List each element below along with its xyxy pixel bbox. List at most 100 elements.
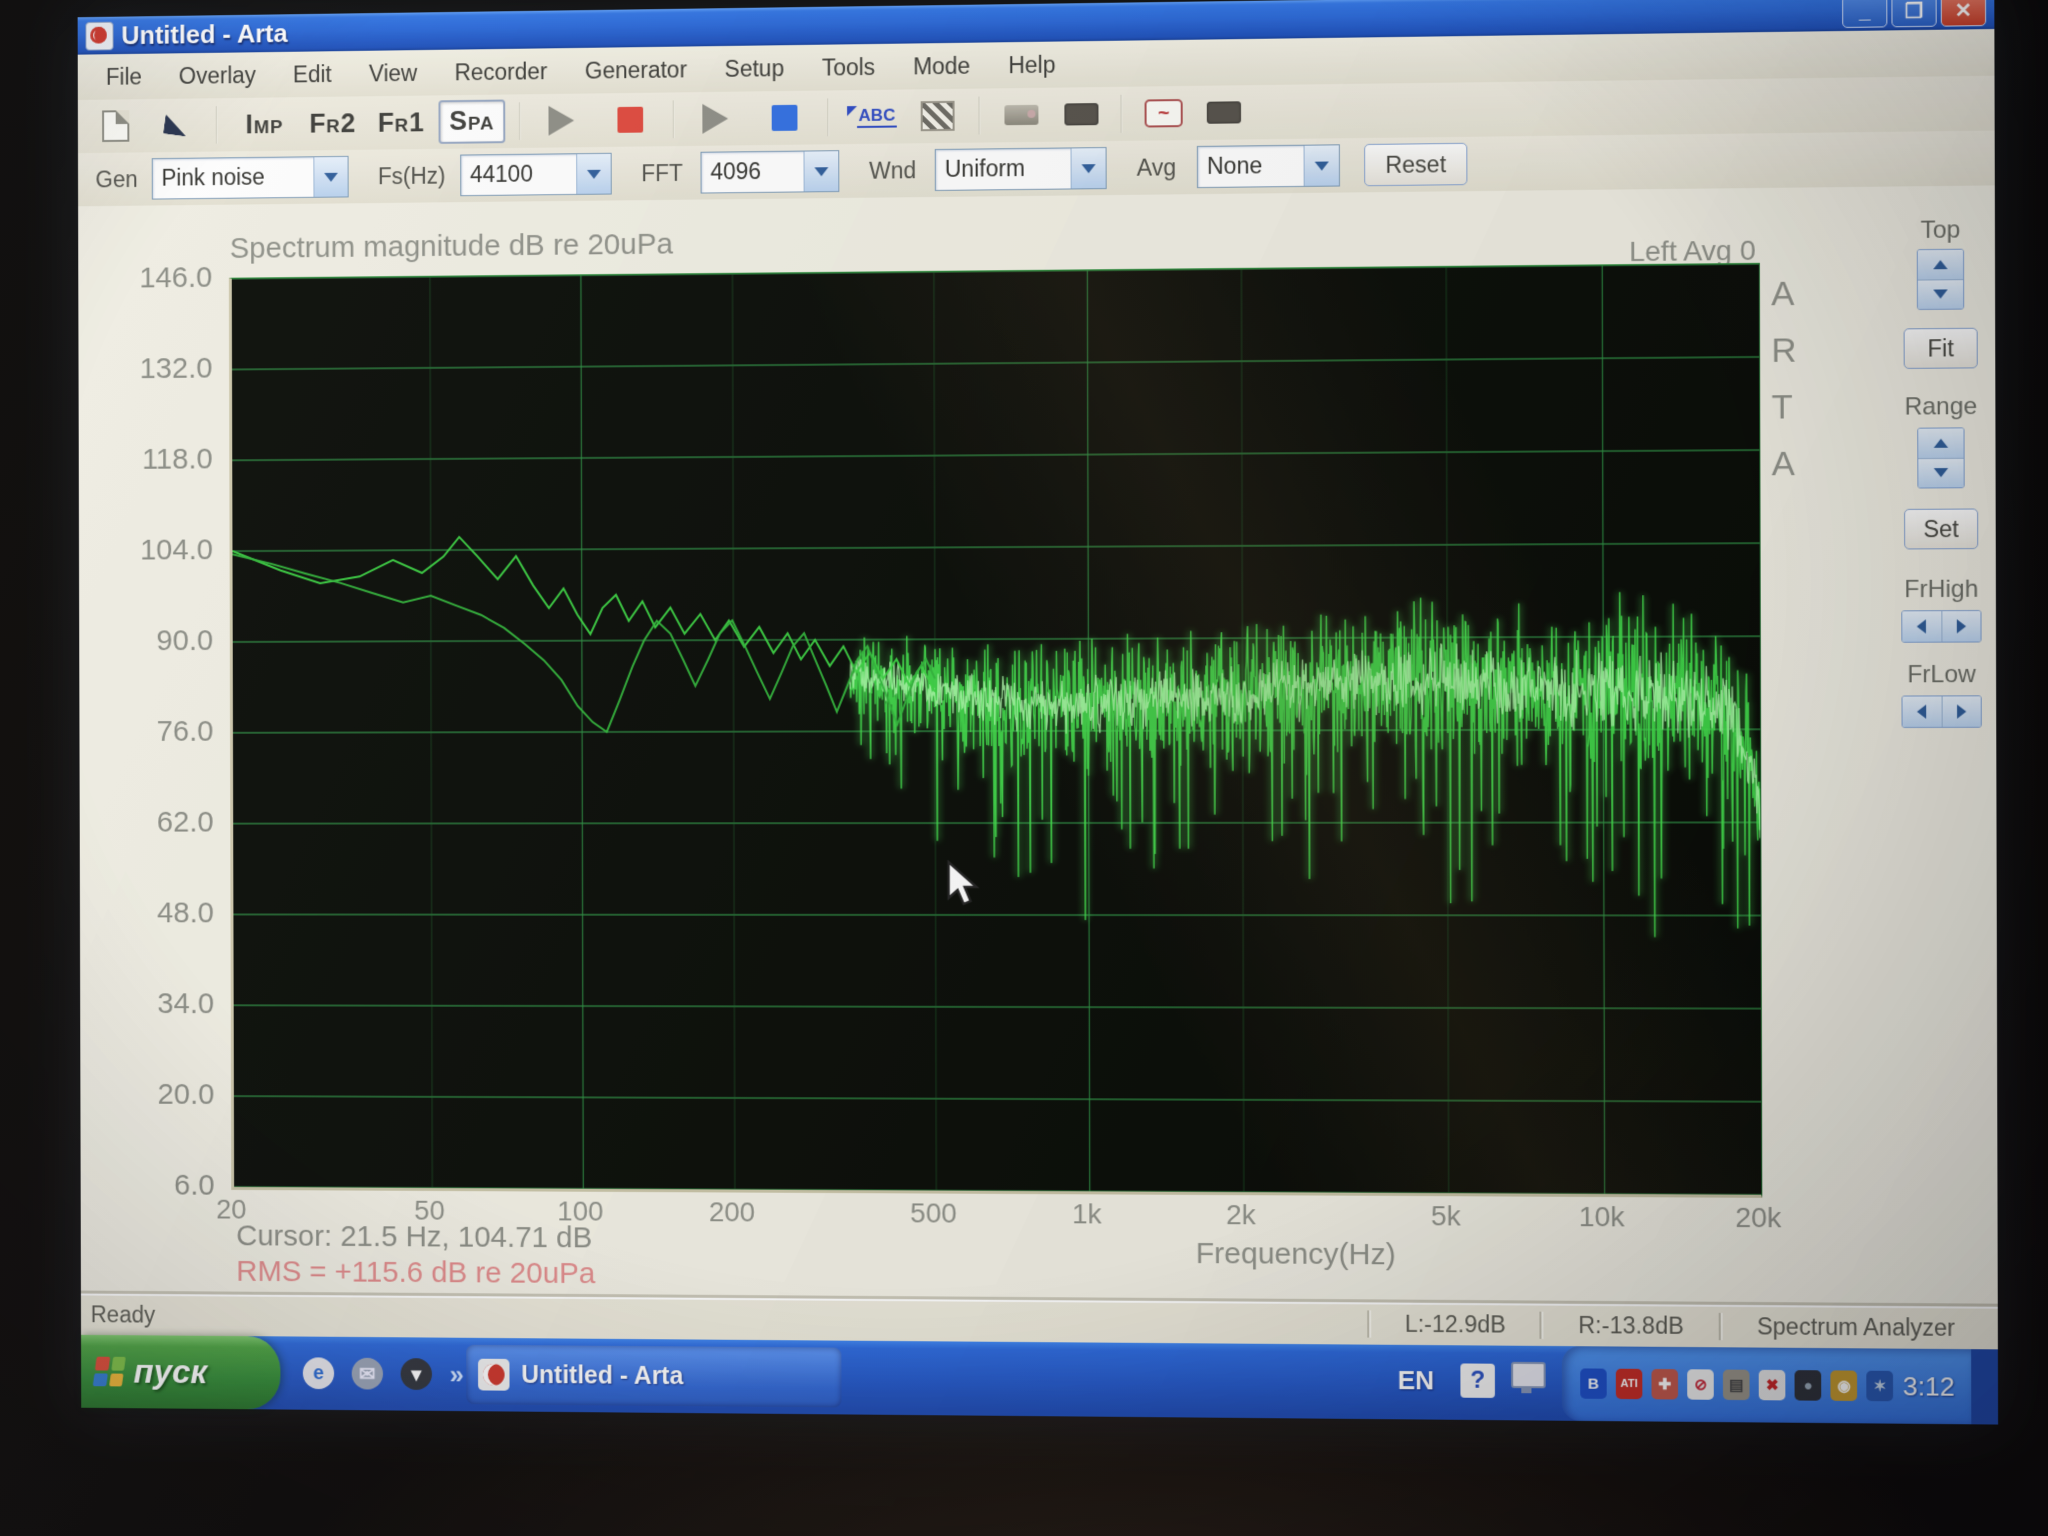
- spectrum-client-area: Spectrum magnitude dB re 20uPa Left Avg …: [78, 185, 1998, 1306]
- antivirus-icon[interactable]: ✚: [1652, 1369, 1679, 1400]
- menu-view[interactable]: View: [350, 59, 436, 87]
- toolbar-separator: [1120, 95, 1122, 133]
- play-icon: [548, 106, 574, 136]
- display-tray-icon[interactable]: [1511, 1362, 1546, 1388]
- pointer-icon: [163, 114, 189, 137]
- close-button[interactable]: ✕: [1941, 0, 1986, 27]
- menu-file[interactable]: File: [87, 63, 160, 91]
- frhigh-spinner[interactable]: [1901, 610, 1981, 643]
- connection-icon[interactable]: ✶: [1867, 1371, 1894, 1402]
- quicklaunch-expand-chevron[interactable]: »: [450, 1359, 464, 1390]
- no-entry-icon[interactable]: ⊘: [1687, 1369, 1714, 1400]
- toolbar-separator: [978, 97, 980, 135]
- samplerate-value: 44100: [461, 154, 576, 195]
- samplerate-select[interactable]: 44100: [460, 153, 612, 196]
- generator-stop-button[interactable]: [762, 97, 808, 139]
- app-icon: [85, 21, 113, 50]
- pointer-tool-button[interactable]: [154, 104, 199, 146]
- record-stop-button[interactable]: [608, 99, 653, 141]
- y-tick-label: 104.0: [96, 533, 213, 567]
- y-tick-label: 20.0: [98, 1078, 215, 1112]
- chevron-down-icon[interactable]: [1071, 148, 1106, 188]
- x-tick-label: 2k: [1226, 1199, 1256, 1231]
- chevron-down-icon[interactable]: [804, 151, 839, 191]
- gen-label: Gen: [95, 166, 137, 193]
- range-spinner[interactable]: [1917, 427, 1964, 488]
- mode-button-spa[interactable]: Spa: [438, 100, 505, 144]
- spin-down-icon[interactable]: [1918, 458, 1963, 487]
- mode-button-fr1[interactable]: Fr1: [370, 107, 433, 138]
- spin-right-icon[interactable]: [1942, 611, 1981, 642]
- spin-up-icon[interactable]: [1918, 428, 1963, 458]
- y-tick-label: 48.0: [97, 897, 214, 931]
- mode-button-imp[interactable]: Imp: [233, 109, 295, 140]
- chevron-down-icon[interactable]: [1304, 145, 1339, 186]
- averaging-select[interactable]: None: [1197, 144, 1340, 188]
- spin-right-icon[interactable]: [1942, 696, 1981, 727]
- spin-left-icon[interactable]: [1903, 696, 1943, 727]
- overlay-view-button[interactable]: [915, 95, 961, 138]
- restore-button[interactable]: ❐: [1891, 0, 1936, 27]
- device-setup-button[interactable]: [1058, 93, 1104, 136]
- generator-select[interactable]: Pink noise: [152, 156, 349, 200]
- top-spinner[interactable]: [1917, 249, 1964, 310]
- fft-size-select[interactable]: 4096: [700, 150, 839, 193]
- reset-button[interactable]: Reset: [1364, 143, 1467, 186]
- spin-down-icon[interactable]: [1918, 280, 1963, 309]
- y-tick-label: 90.0: [97, 624, 214, 658]
- frlow-spinner[interactable]: [1901, 695, 1981, 728]
- labels-button[interactable]: ABC: [847, 95, 907, 138]
- spin-left-icon[interactable]: [1902, 611, 1942, 642]
- internet-explorer-icon[interactable]: e: [303, 1357, 334, 1389]
- menu-generator[interactable]: Generator: [566, 56, 706, 85]
- avg-label: Avg: [1137, 154, 1176, 182]
- menu-tools[interactable]: Tools: [803, 53, 894, 81]
- ati-icon[interactable]: ATI: [1616, 1369, 1643, 1400]
- set-button[interactable]: Set: [1904, 508, 1978, 549]
- stop-icon: [772, 105, 798, 131]
- spectrum-plot[interactable]: [229, 263, 1762, 1198]
- window-select[interactable]: Uniform: [935, 147, 1107, 191]
- x-tick-label: 10k: [1579, 1201, 1625, 1234]
- taskbar-clock[interactable]: 3:12: [1903, 1370, 1972, 1402]
- menu-overlay[interactable]: Overlay: [160, 61, 274, 89]
- menu-setup[interactable]: Setup: [706, 54, 803, 82]
- chevron-down-icon[interactable]: [313, 157, 347, 197]
- menu-recorder[interactable]: Recorder: [436, 58, 566, 86]
- mail-icon[interactable]: ✉: [352, 1358, 383, 1390]
- device-button[interactable]: [1201, 91, 1247, 134]
- y-tick-label: 34.0: [98, 987, 215, 1021]
- disc-icon[interactable]: ●: [1795, 1370, 1822, 1401]
- watermark-letter: R: [1771, 333, 1796, 368]
- start-button[interactable]: пуск: [81, 1335, 280, 1410]
- bluetooth-icon[interactable]: B: [1580, 1368, 1607, 1398]
- monitor-screen: Untitled - Arta _ ❐ ✕ FileOverlayEditVie…: [78, 0, 1998, 1425]
- grid-line-horizontal: [232, 450, 1759, 460]
- y-tick-label: 6.0: [98, 1169, 215, 1203]
- spin-up-icon[interactable]: [1918, 250, 1963, 280]
- taskbar-window-button[interactable]: Untitled - Arta: [466, 1345, 841, 1408]
- mode-button-fr2[interactable]: Fr2: [302, 108, 365, 139]
- signal-generator-button[interactable]: ~: [1141, 92, 1187, 135]
- help-tray-icon[interactable]: ?: [1460, 1363, 1495, 1398]
- record-play-button[interactable]: [539, 100, 584, 142]
- generator-play-button[interactable]: [692, 98, 738, 140]
- menu-edit[interactable]: Edit: [274, 60, 350, 88]
- audio-manager-icon[interactable]: ◉: [1831, 1370, 1858, 1401]
- minimize-button[interactable]: _: [1842, 0, 1887, 28]
- messenger-icon[interactable]: ▾: [401, 1358, 432, 1390]
- volume-muted-icon[interactable]: ✖: [1759, 1370, 1786, 1401]
- play-icon: [702, 104, 728, 134]
- plot-control-panel: Top Fit Range Set FrHigh FrLow: [1868, 185, 2015, 1307]
- fit-button[interactable]: Fit: [1904, 328, 1978, 369]
- toolbar-separator: [216, 106, 218, 144]
- dark-panel-icon: [1064, 103, 1098, 125]
- menu-mode[interactable]: Mode: [894, 52, 989, 80]
- scanner-icon[interactable]: ▤: [1723, 1370, 1750, 1401]
- watermark-letter: A: [1771, 277, 1796, 312]
- language-indicator[interactable]: EN: [1398, 1365, 1435, 1396]
- menu-help[interactable]: Help: [989, 51, 1074, 79]
- level-meter-button[interactable]: [998, 94, 1044, 137]
- new-file-button[interactable]: [93, 105, 138, 147]
- chevron-down-icon[interactable]: [576, 154, 611, 194]
